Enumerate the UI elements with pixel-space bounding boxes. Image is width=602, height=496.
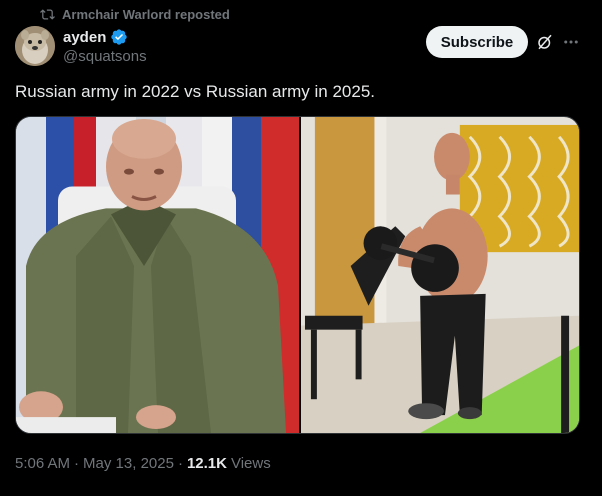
- avatar[interactable]: [15, 26, 55, 66]
- subscribe-button[interactable]: Subscribe: [426, 26, 528, 58]
- post-meta: 5:06 AM · May 13, 2025 · 12.1K Views: [15, 455, 271, 472]
- grok-icon[interactable]: [536, 33, 554, 51]
- author-name-row[interactable]: ayden: [63, 28, 128, 46]
- post-time[interactable]: 5:06 AM: [15, 455, 70, 472]
- repost-text: Armchair Warlord reposted: [62, 6, 230, 22]
- more-icon[interactable]: [562, 33, 580, 51]
- views-label: Views: [230, 455, 271, 472]
- post-date[interactable]: May 13, 2025: [83, 455, 174, 472]
- repost-indicator[interactable]: Armchair Warlord reposted: [40, 6, 230, 22]
- post-text: Russian army in 2022 vs Russian army in …: [15, 82, 375, 101]
- media-grid[interactable]: [15, 116, 580, 434]
- verified-badge-icon[interactable]: [110, 28, 128, 46]
- general-in-uniform-photo[interactable]: [16, 117, 299, 433]
- shirtless-man-gym-photo[interactable]: [301, 117, 579, 433]
- meta-separator: ·: [177, 455, 183, 472]
- views-count[interactable]: 12.1K: [187, 455, 227, 472]
- author-handle[interactable]: @squatsons: [63, 48, 147, 65]
- author-name[interactable]: ayden: [63, 29, 106, 46]
- repost-icon: [40, 8, 55, 20]
- meta-separator: ·: [74, 455, 80, 472]
